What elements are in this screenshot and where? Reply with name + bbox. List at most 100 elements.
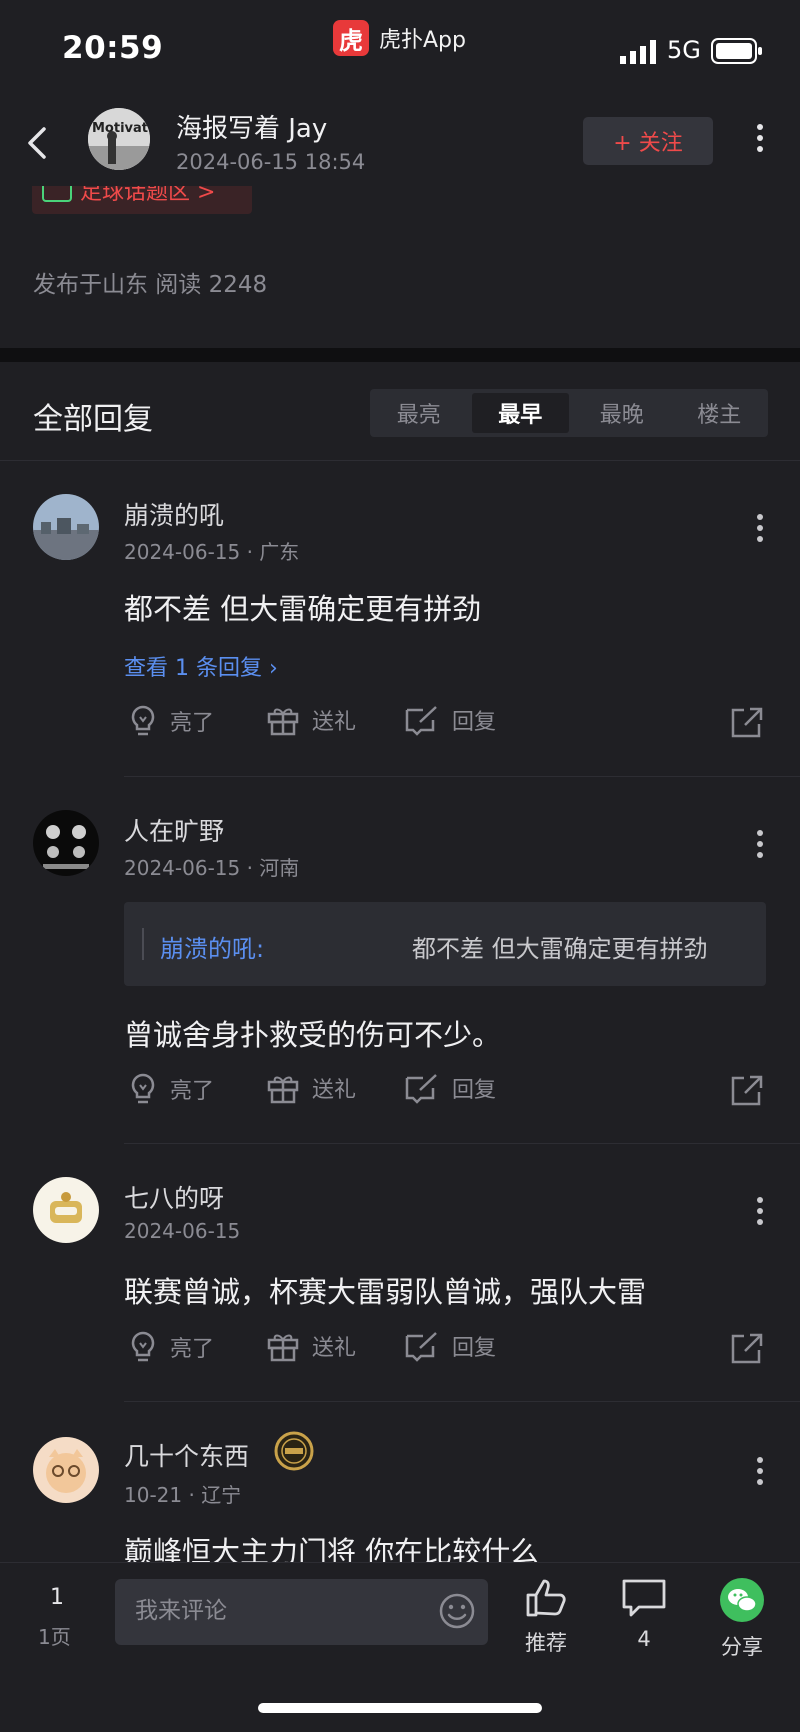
comment-actions: 亮了 送礼 回复 [124, 704, 764, 744]
quote-text: 都不差 但大雷确定更有拼劲 [412, 935, 708, 963]
status-time: 20:59 [62, 30, 164, 66]
sort-tab-latest[interactable]: 最晚 [573, 389, 671, 437]
comment-text: 曾诚舍身扑救受的伤可不少。 [124, 1018, 502, 1052]
comment-text: 都不差 但大雷确定更有拼劲 [124, 592, 482, 626]
light-label: 亮了 [170, 1079, 215, 1104]
app-name: 虎扑App [379, 28, 466, 53]
network-type: 5G [667, 36, 701, 64]
svg-text:Motivat: Motivat [92, 121, 148, 136]
section-divider [0, 348, 800, 362]
view-replies-link[interactable]: 查看 1 条回复 › [124, 650, 278, 682]
divider [124, 776, 800, 777]
more-options-icon[interactable] [752, 122, 768, 154]
app-logo-icon: 虎 [333, 20, 369, 56]
lightbulb-icon [131, 705, 155, 736]
sort-tab-earliest[interactable]: 最早 [471, 393, 569, 433]
gift-label: 送礼 [312, 1078, 357, 1103]
comment-bubble-icon [622, 1579, 666, 1617]
gift-icon [267, 708, 299, 736]
sort-tab-op[interactable]: 楼主 [671, 389, 769, 437]
commenter-avatar[interactable] [33, 1437, 99, 1503]
comment-actions: 亮了 送礼 回复 [124, 1330, 764, 1370]
lightbulb-icon [131, 1331, 155, 1362]
view-replies-label: 查看 1 条回复 [124, 656, 262, 681]
comment-actions: 亮了 送礼 回复 [124, 1072, 764, 1112]
commenter-name[interactable]: 崩溃的吼 [124, 496, 224, 532]
comment-meta: 2024-06-15 · 河南 [124, 856, 300, 880]
commenter-name[interactable]: 几十个东西 [124, 1437, 249, 1473]
recommend-label: 推荐 [525, 1631, 567, 1655]
commenter-name[interactable]: 七八的呀 [124, 1179, 224, 1215]
light-button[interactable]: 亮了 [128, 1330, 214, 1364]
divider [124, 1143, 800, 1144]
commenter-avatar[interactable] [33, 810, 99, 876]
divider [124, 1401, 800, 1402]
comment-more-icon[interactable] [752, 1195, 768, 1227]
comment-meta: 2024-06-15 · 广东 [124, 540, 300, 564]
comment-more-icon[interactable] [752, 512, 768, 544]
quote-bar [142, 928, 144, 960]
comment-count: 4 [637, 1627, 651, 1651]
post-timestamp: 2024-06-15 18:54 [176, 150, 366, 174]
quoted-comment[interactable]: 崩溃的吼: 都不差 但大雷确定更有拼劲 [124, 902, 766, 986]
author-name[interactable]: 海报写着 Jay [176, 108, 327, 145]
share-external-icon[interactable] [730, 1074, 764, 1106]
share-label: 分享 [721, 1635, 763, 1659]
comment-input[interactable] [133, 1597, 417, 1625]
gift-icon [267, 1334, 299, 1362]
light-button[interactable]: 亮了 [128, 704, 214, 738]
light-label: 亮了 [170, 711, 215, 736]
reply-label: 回复 [452, 710, 497, 735]
emoji-icon[interactable] [437, 1591, 477, 1631]
status-bar: 20:59 虎 虎扑App 5G [0, 0, 800, 90]
share-external-icon[interactable] [730, 706, 764, 738]
comment-more-icon[interactable] [752, 1455, 768, 1487]
reply-label: 回复 [452, 1336, 497, 1361]
light-label: 亮了 [170, 1337, 215, 1362]
commenter-avatar[interactable] [33, 1177, 99, 1243]
gift-label: 送礼 [312, 710, 357, 735]
follow-button[interactable]: + 关注 [583, 117, 713, 165]
page-label[interactable]: 1页 [38, 1621, 71, 1650]
divider [0, 460, 800, 461]
reply-edit-icon [405, 706, 437, 736]
wechat-icon [720, 1578, 764, 1622]
reply-button[interactable]: 回复 [404, 1330, 496, 1362]
battery-icon [711, 38, 762, 64]
sort-tabs: 最亮 最早 最晚 楼主 [370, 389, 768, 437]
page-number[interactable]: 1 [50, 1585, 64, 1610]
author-avatar[interactable]: Motivat [88, 108, 150, 170]
reply-label: 回复 [452, 1078, 497, 1103]
reply-edit-icon [405, 1332, 437, 1362]
chevron-right-icon: › [268, 656, 278, 681]
post-header: Motivat 海报写着 Jay 2024-06-15 18:54 + 关注 [0, 90, 800, 186]
commenter-name[interactable]: 人在旷野 [124, 812, 224, 848]
share-external-icon[interactable] [730, 1332, 764, 1364]
comment-meta: 2024-06-15 [124, 1219, 241, 1243]
comments-button[interactable]: 4 [599, 1577, 689, 1651]
share-button[interactable]: 分享 [697, 1577, 787, 1661]
reply-button[interactable]: 回复 [404, 704, 496, 736]
gift-button[interactable]: 送礼 [266, 1330, 356, 1362]
lightbulb-icon [131, 1073, 155, 1104]
thumbs-up-icon [526, 1579, 566, 1617]
sort-tab-brightest[interactable]: 最亮 [370, 389, 468, 437]
reply-button[interactable]: 回复 [404, 1072, 496, 1104]
signal-icon [620, 40, 656, 64]
home-indicator[interactable] [258, 1703, 542, 1713]
replies-title: 全部回复 [33, 402, 153, 437]
comment-input-box[interactable] [115, 1579, 488, 1645]
post-location-reads: 发布于山东 阅读 2248 [33, 272, 268, 298]
comment-more-icon[interactable] [752, 828, 768, 860]
recommend-button[interactable]: 推荐 [501, 1577, 591, 1657]
quote-author: 崩溃的吼: [160, 935, 265, 963]
gift-button[interactable]: 送礼 [266, 1072, 356, 1104]
light-button[interactable]: 亮了 [128, 1072, 214, 1106]
commenter-avatar[interactable] [33, 494, 99, 560]
gift-button[interactable]: 送礼 [266, 704, 356, 736]
gift-label: 送礼 [312, 1336, 357, 1361]
user-badge-icon [274, 1431, 314, 1471]
back-arrow-icon[interactable] [24, 126, 52, 160]
app-badge: 虎 虎扑App [333, 20, 466, 56]
comment-text: 联赛曾诚，杯赛大雷弱队曾诚，强队大雷 [124, 1275, 647, 1309]
